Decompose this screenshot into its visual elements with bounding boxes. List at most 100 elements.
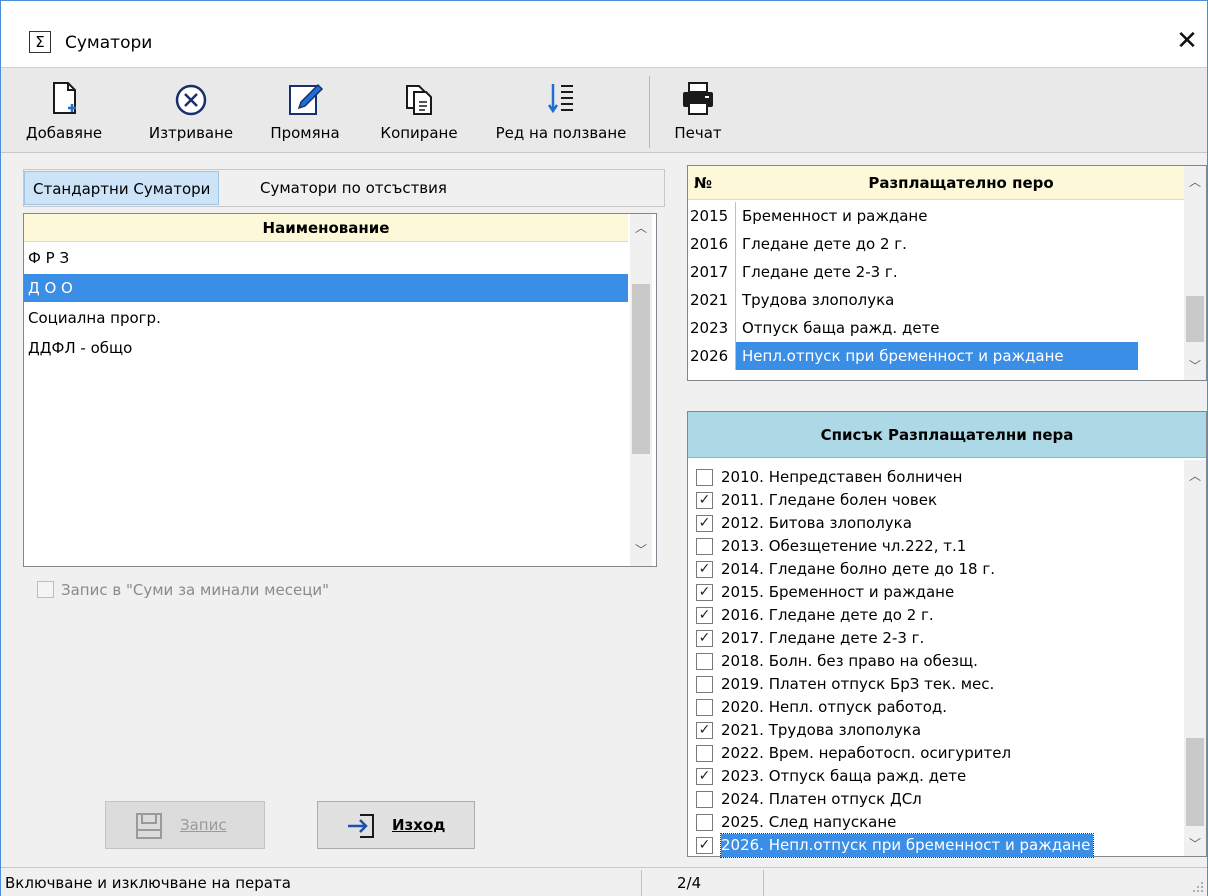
checkbox-icon[interactable] [696, 653, 713, 670]
resize-grip-icon[interactable] [1191, 880, 1205, 894]
edit-button[interactable]: Промяна [255, 74, 355, 148]
checklist-item[interactable]: 2010. Непредставен болничен [696, 466, 1180, 489]
table-row[interactable]: 2015 Бременност и раждане [688, 202, 1184, 230]
checklist-item[interactable]: ✓ 2021. Трудова злополука [696, 719, 1180, 742]
checkbox-icon[interactable]: ✓ [696, 630, 713, 647]
row-name: Гледане дете 2-3 г. [742, 263, 898, 281]
delete-button[interactable]: Изтриване [135, 74, 247, 148]
checklist-item-label: 2026. Непл.отпуск при бременност и ражда… [719, 833, 1095, 858]
checklist-header: Списък Разплащателни пера [688, 412, 1206, 458]
checklist-item[interactable]: ✓ 2015. Бременност и раждане [696, 581, 1180, 604]
sigma-icon: Σ [29, 31, 51, 53]
add-button[interactable]: Добавяне [5, 74, 123, 148]
table-row[interactable]: 2017 Гледане дете 2-3 г. [688, 258, 1184, 286]
checkbox-icon[interactable] [696, 538, 713, 555]
status-divider [641, 870, 642, 896]
checkbox-icon[interactable]: ✓ [696, 607, 713, 624]
checklist-item-label: 2018. Болн. без право на обезщ. [721, 652, 978, 670]
window-title: Суматори [65, 33, 153, 53]
checklist-item-label: 2014. Гледане болно дете до 18 г. [721, 560, 995, 578]
summators-list[interactable]: Наименование Ф Р З Д О О Социална прогр.… [23, 213, 657, 567]
checkbox-icon[interactable]: ✓ [696, 561, 713, 578]
list-item[interactable]: Социална прогр. [24, 304, 628, 332]
add-label: Добавяне [25, 124, 103, 142]
checklist-item[interactable]: ✓ 2016. Гледане дете до 2 г. [696, 604, 1180, 627]
checklist-item[interactable]: 2022. Врем. неработосп. осигурител [696, 742, 1180, 765]
checkbox-icon[interactable]: ✓ [696, 768, 713, 785]
scroll-up-icon[interactable]: ︿ [630, 218, 652, 238]
checkbox-icon[interactable]: ✓ [696, 584, 713, 601]
print-button[interactable]: Печат [663, 74, 733, 148]
scroll-down-icon[interactable]: ﹀ [630, 540, 652, 560]
checklist-item[interactable]: ✓ 2014. Гледане болно дете до 18 г. [696, 558, 1180, 581]
checkbox-icon[interactable]: ✓ [696, 492, 713, 509]
checklist-item[interactable]: ✓ 2017. Гледане дете 2-3 г. [696, 627, 1180, 650]
checklist-item-label: 2012. Битова злополука [721, 514, 912, 532]
checklist-item[interactable]: 2019. Платен отпуск БрЗ тек. мес. [696, 673, 1180, 696]
scroll-thumb[interactable] [632, 284, 650, 454]
checkbox-icon[interactable] [37, 581, 54, 598]
tab-standard-summators[interactable]: Стандартни Суматори [24, 171, 220, 205]
checkbox-icon[interactable]: ✓ [696, 837, 713, 854]
scroll-up-icon[interactable]: ︿ [1184, 466, 1206, 486]
checkbox-icon[interactable] [696, 745, 713, 762]
column-name-header[interactable]: Разплащателно перо [738, 174, 1184, 192]
summator-tabs: Стандартни Суматори Суматори по отсъстви… [23, 169, 665, 207]
printer-icon [683, 82, 713, 115]
checkbox-icon[interactable] [696, 814, 713, 831]
checklist-item-label: 2019. Платен отпуск БрЗ тек. мес. [721, 675, 995, 693]
checklist-item[interactable]: 2020. Непл. отпуск работод. [696, 696, 1180, 719]
tab-absence-summators[interactable]: Суматори по отсъствия [252, 171, 455, 205]
checkbox-icon[interactable]: ✓ [696, 515, 713, 532]
grid-scrollbar[interactable]: ︿ ﹀ [1184, 166, 1206, 380]
save-label: Запис [180, 816, 227, 834]
scroll-thumb[interactable] [1186, 296, 1204, 342]
column-number-header[interactable]: № [694, 174, 712, 192]
status-message: Включване и изключване на перата [5, 874, 291, 892]
checkbox-icon[interactable] [696, 791, 713, 808]
pay-items-grid[interactable]: № Разплащателно перо 2015 Бременност и ра… [687, 165, 1207, 381]
checklist-item[interactable]: 2018. Болн. без право на обезщ. [696, 650, 1180, 673]
table-row[interactable]: 2016 Гледане дете до 2 г. [688, 230, 1184, 258]
checklist-item-label: 2023. Отпуск баща ражд. дете [721, 767, 967, 785]
summators-column-header[interactable]: Наименование [24, 214, 628, 242]
usage-order-label: Ред на ползване [495, 124, 627, 142]
exit-button[interactable]: Изход [317, 801, 475, 849]
checkbox-icon[interactable] [696, 469, 713, 486]
pay-items-checklist[interactable]: Списък Разплащателни пера 2010. Непредст… [687, 411, 1207, 858]
save-button[interactable]: Запис [105, 801, 265, 849]
list-item[interactable]: Д О О [24, 274, 628, 302]
summators-scrollbar[interactable]: ︿ ﹀ [630, 214, 652, 566]
row-number: 2023 [688, 314, 736, 342]
checklist-item[interactable]: ✓ 2023. Отпуск баща ражд. дете [696, 765, 1180, 788]
checklist-item[interactable]: 2013. Обезщетение чл.222, т.1 [696, 535, 1180, 558]
checkbox-icon[interactable] [696, 676, 713, 693]
toolbar-separator [649, 76, 650, 148]
copy-button[interactable]: Копиране [363, 74, 475, 148]
table-row[interactable]: 2021 Трудова злополука [688, 286, 1184, 314]
table-row[interactable]: 2023 Отпуск баща ражд. дете [688, 314, 1184, 342]
usage-order-button[interactable]: Ред на ползване [479, 74, 643, 148]
copy-icon [406, 85, 432, 115]
row-number: 2021 [688, 286, 736, 314]
checklist-item[interactable]: ✓ 2026. Непл.отпуск при бременност и ражд… [696, 833, 1180, 858]
scroll-up-icon[interactable]: ︿ [1184, 172, 1206, 192]
delete-label: Изтриване [148, 124, 234, 142]
list-item[interactable]: ДДФЛ - общо [24, 334, 628, 362]
checklist-item[interactable]: ✓ 2011. Гледане болен човек [696, 489, 1180, 512]
copy-label: Копиране [380, 124, 458, 142]
status-bar: Включване и изключване на перата 2/4 [1, 867, 1207, 896]
list-item[interactable]: Ф Р З [24, 244, 628, 272]
checkbox-icon[interactable] [696, 699, 713, 716]
checklist-item[interactable]: ✓ 2012. Битова злополука [696, 512, 1180, 535]
scroll-thumb[interactable] [1186, 738, 1204, 826]
scroll-down-icon[interactable]: ﹀ [1184, 834, 1206, 854]
checkbox-icon[interactable]: ✓ [696, 722, 713, 739]
scroll-down-icon[interactable]: ﹀ [1184, 356, 1206, 376]
close-button[interactable]: ✕ [1167, 23, 1207, 59]
table-row[interactable]: 2026 Непл.отпуск при бременност и раждане [688, 342, 1184, 370]
checklist-item[interactable]: 2024. Платен отпуск ДСл [696, 788, 1180, 811]
checklist-item[interactable]: 2025. След напускане [696, 811, 1180, 834]
checklist-scrollbar[interactable]: ︿ ﹀ [1184, 460, 1206, 856]
checklist-item-label: 2025. След напускане [721, 813, 897, 831]
